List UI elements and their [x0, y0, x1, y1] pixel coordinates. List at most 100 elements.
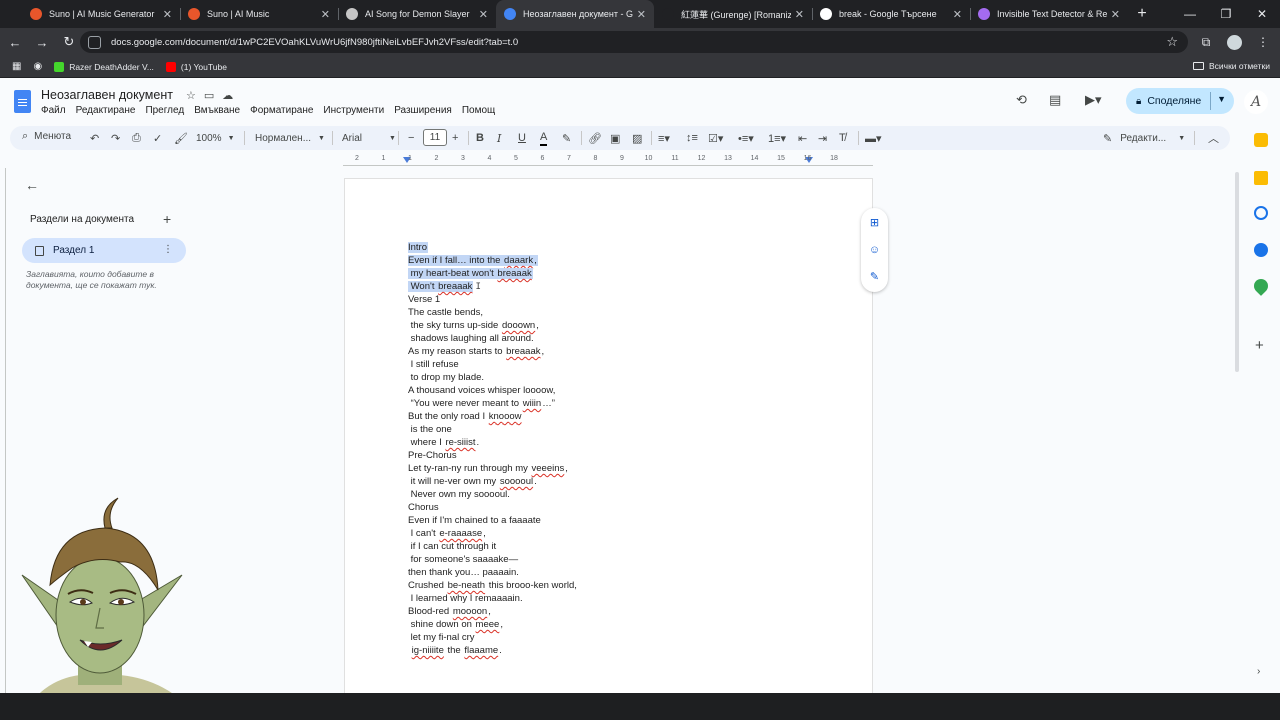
chrome-icon[interactable]: ◉ [33, 61, 42, 72]
document-body[interactable]: Intro Even if I fall… into the daaark, my… [408, 241, 578, 657]
add-addon-icon[interactable]: + [1255, 337, 1264, 354]
menu-item[interactable]: Помощ [462, 105, 495, 116]
close-tab-icon[interactable]: ✕ [1111, 8, 1120, 21]
account-avatar[interactable]: A [1244, 90, 1268, 114]
extensions-icon[interactable]: ⧉ [1195, 30, 1217, 54]
align-icon[interactable]: ≡▾ [658, 126, 670, 150]
menu-item[interactable]: Преглед [145, 105, 184, 116]
contacts-icon[interactable] [1254, 243, 1268, 257]
close-tab-icon[interactable]: ✕ [795, 8, 804, 21]
text-color-icon[interactable]: A [540, 129, 548, 146]
more-options-icon[interactable]: ⋮ [163, 244, 173, 255]
new-tab-button[interactable]: + [1128, 0, 1156, 28]
comments-icon[interactable]: ▤ [1049, 92, 1061, 108]
text-line[interactable]: Pre-Chorus [408, 449, 578, 462]
clear-formatting-icon[interactable]: T̸ [839, 126, 846, 150]
hide-panel-icon[interactable]: › [1257, 666, 1260, 677]
link-icon[interactable]: 🔗︎ [588, 126, 602, 150]
restore-icon[interactable]: ❐ [1208, 0, 1244, 28]
browser-tab[interactable]: Suno | AI Music Generator ✕ [22, 0, 180, 28]
text-line[interactable]: A thousand voices whisper loooow, [408, 384, 578, 397]
add-comment-icon[interactable]: ▣ [610, 126, 620, 150]
close-tab-icon[interactable]: ✕ [637, 8, 646, 21]
suggest-edits-icon[interactable]: ✎ [867, 269, 882, 284]
image-icon[interactable]: ▨ [632, 126, 642, 150]
share-button[interactable]: 🔒︎ Споделяне ▼ [1126, 88, 1234, 114]
horizontal-ruler[interactable]: 2 1 1 2 3 4 5 6 7 8 9 10 11 12 13 14 15 16 18 [343, 154, 873, 168]
text-line[interactable]: if I can cut through it [408, 540, 578, 553]
selected-text-line[interactable]: my heart-beat won't breaaak [408, 267, 578, 280]
text-line[interactable]: Blood-red moooon, [408, 605, 578, 618]
line-spacing-icon[interactable]: ↕≡ [686, 126, 698, 150]
maps-icon[interactable] [1251, 276, 1271, 296]
spellcheck-icon[interactable]: ✓ [153, 126, 162, 150]
close-tab-icon[interactable]: ✕ [953, 8, 962, 21]
text-line[interactable]: Crushed be-neath this brooo-ken world, [408, 579, 578, 592]
browser-tab[interactable]: Неозаглавен документ - Goog ✕ [496, 0, 654, 28]
increase-font-icon[interactable]: + [452, 126, 458, 150]
increase-indent-icon[interactable]: ⇥ [818, 126, 827, 150]
menu-item[interactable]: Форматиране [250, 105, 313, 116]
text-line[interactable]: Verse 1 [408, 293, 578, 306]
style-select[interactable]: Нормален... ▼ [255, 126, 325, 150]
site-info-icon[interactable] [88, 35, 101, 49]
url-input[interactable]: docs.google.com/document/d/1wPC2EVOahKLV… [80, 31, 1188, 53]
text-line[interactable]: the sky turns up-side dooown, [408, 319, 578, 332]
text-line[interactable]: Even if I'm chained to a faaaate [408, 514, 578, 527]
text-line[interactable]: I learned why I remaaaain. [408, 592, 578, 605]
document-title[interactable]: Неозаглавен документ [41, 88, 173, 102]
zoom-select[interactable]: 100% ▼ [196, 126, 235, 150]
text-line[interactable]: let my fi-nal cry [408, 631, 578, 644]
selected-text-line[interactable]: Even if I fall… into the daaark, [408, 254, 578, 267]
text-line[interactable]: then thank you… paaaain. [408, 566, 578, 579]
bookmark-star-icon[interactable]: ☆ [1166, 34, 1178, 50]
profile-avatar[interactable] [1227, 34, 1242, 50]
text-line[interactable]: The castle bends, [408, 306, 578, 319]
undo-icon[interactable]: ↶ [90, 126, 99, 150]
browser-tab[interactable]: Suno | AI Music ✕ [180, 0, 338, 28]
text-line[interactable]: where I re-siiist. [408, 436, 578, 449]
bookmark-item[interactable]: Razer DeathAdder V... [54, 61, 154, 72]
selected-text-line[interactable]: Won't breaaak I [408, 280, 578, 293]
menu-item[interactable]: Инструменти [323, 105, 384, 116]
text-line[interactable]: shadows laughing all around. [408, 332, 578, 345]
browser-tab[interactable]: 紅蓮華 (Gurenge) [Romanized] ✕ [654, 0, 812, 28]
tasks-icon[interactable] [1254, 206, 1268, 220]
sidebar-item-section-1[interactable]: Раздел 1 ⋮ [22, 238, 186, 263]
text-line[interactable]: it will ne-ver own my sooooul. [408, 475, 578, 488]
share-dropdown-icon[interactable]: ▼ [1217, 94, 1226, 104]
paint-format-icon[interactable]: 🖌︎ [174, 126, 188, 150]
browser-tab[interactable]: break - Google Търсене ✕ [812, 0, 970, 28]
text-line[interactable]: I can't e-raaaase, [408, 527, 578, 540]
reload-icon[interactable]: ↻ [57, 30, 81, 54]
minimize-icon[interactable]: — [1172, 0, 1208, 28]
text-line[interactable]: “You were never meant to wiiin…” [408, 397, 578, 410]
text-line[interactable]: to drop my blade. [408, 371, 578, 384]
back-icon[interactable]: ← [3, 30, 27, 54]
selected-text-line[interactable]: Intro [408, 241, 578, 254]
emoji-reaction-icon[interactable]: ☺ [867, 242, 882, 257]
numbered-list-icon[interactable]: 1≡▾ [768, 126, 786, 150]
back-arrow-icon[interactable]: ← [25, 177, 39, 193]
print-icon[interactable]: ⎙ [132, 126, 141, 150]
underline-icon[interactable]: U [518, 126, 526, 150]
add-tab-button[interactable]: + [163, 211, 171, 227]
highlight-icon[interactable]: ✎ [562, 126, 571, 150]
close-window-icon[interactable]: ✕ [1244, 0, 1280, 28]
apps-icon[interactable]: ▦ [12, 61, 21, 72]
meet-icon[interactable]: ▶▾ [1085, 92, 1102, 108]
add-comment-icon[interactable]: ⊞ [867, 215, 882, 230]
menu-item[interactable]: Редактиране [76, 105, 136, 116]
text-line[interactable]: I still refuse [408, 358, 578, 371]
close-tab-icon[interactable]: ✕ [479, 8, 488, 21]
menu-item[interactable]: Разширения [394, 105, 452, 116]
scrollbar-thumb[interactable] [1235, 172, 1239, 372]
decrease-font-icon[interactable]: − [408, 126, 414, 150]
menus-search[interactable]: ⌕ Менюта [22, 130, 71, 143]
close-tab-icon[interactable]: ✕ [163, 8, 172, 21]
calendar-icon[interactable] [1254, 133, 1268, 147]
browser-tab[interactable]: Invisible Text Detector & Remo ✕ [970, 0, 1128, 28]
text-line[interactable]: As my reason starts to breaaak, [408, 345, 578, 358]
browser-tab[interactable]: AI Song for Demon Slayer ✕ [338, 0, 496, 28]
redo-icon[interactable]: ↷ [111, 126, 120, 150]
